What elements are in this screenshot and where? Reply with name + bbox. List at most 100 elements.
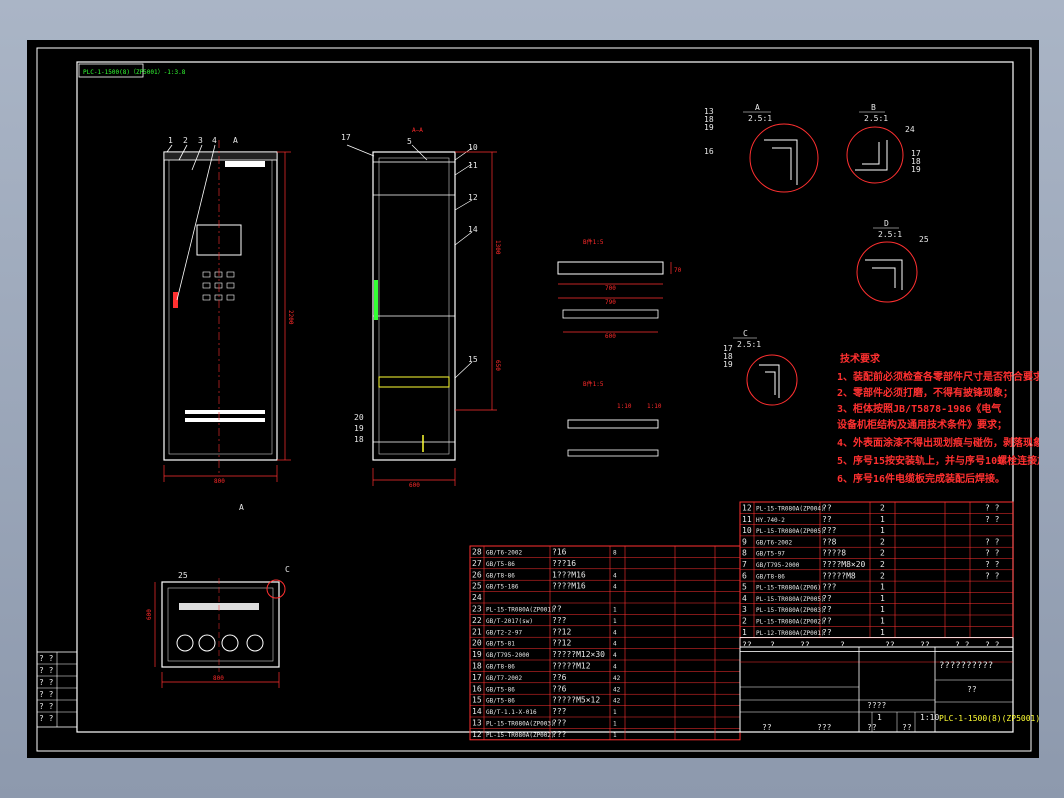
detail-d[interactable]: D 2.5:1 25: [856, 219, 929, 303]
rev-mark: ? ?: [39, 714, 54, 723]
detail-a[interactable]: A 2.5:1 13 18 19 16: [704, 103, 819, 193]
bom-row: 5 PL-15-TR080A(ZP06)??? 1: [742, 583, 885, 592]
bom-code: GB/T8-86: [756, 573, 785, 580]
bom-row: 12 PL-15-TR080A(ZP004)?? 2 ? ?: [742, 504, 1000, 513]
bracket-top-view[interactable]: B件1:5 700 790 600 70: [557, 238, 682, 340]
tb-label: ??: [762, 723, 772, 732]
balloon: 15: [468, 355, 478, 364]
bom-qty: 4: [613, 572, 617, 579]
cad-drawing-canvas[interactable]: PLC-1-1500(8)（ZP5001）-1:3.8 ? ? ? ? ? ? …: [27, 40, 1039, 758]
bom-no: 18: [472, 662, 482, 671]
bom-name: ???: [552, 707, 567, 716]
drawing-title: ??????????: [939, 661, 993, 671]
rev-mark: ? ?: [39, 666, 54, 675]
title-block: ?????????? ?? PLC-1-1500(8)(ZP5001) 1:10…: [739, 646, 1039, 733]
bom-no: 19: [472, 650, 482, 659]
plan-view[interactable]: 25 C 800 600: [146, 565, 290, 688]
bom-row: 16 GB/T5-86 ??6 42: [472, 684, 621, 693]
bom-row: 28 GB/T6-2002 ?16 8: [472, 548, 617, 557]
bom-row: 19 GB/T795-2000 ?????M12×30 4: [472, 650, 617, 659]
bom-code: PL-15-TR080A(ZP005): [756, 528, 825, 535]
bom-no: 2: [742, 617, 747, 626]
bom-mass: ? ?: [985, 560, 1000, 569]
bom-code: GB/T5-186: [486, 584, 519, 591]
balloon: 3: [198, 136, 203, 145]
bom-no: 12: [742, 504, 752, 513]
balloon: 19: [704, 123, 714, 132]
balloon: 2: [183, 136, 188, 145]
bom-name: ???16: [552, 559, 576, 568]
bom-qty: 42: [613, 675, 621, 682]
bom-row: 26 GB/T8-86 1???M16 4: [472, 570, 617, 579]
section-mark: C: [285, 565, 290, 574]
header-tag: PLC-1-1500(8)（ZP5001）-1:3.8: [83, 69, 186, 76]
dim: 600: [146, 609, 153, 620]
bom-row: 6 GB/T8-86 ?????M8 2 ? ?: [742, 571, 1000, 580]
bom-row: 9 GB/T6-2002 ??8 2 ? ?: [742, 537, 1000, 546]
dim: 600: [605, 333, 616, 340]
rev-mark: ? ?: [39, 678, 54, 687]
bom-row: 7 GB/T795-2000 ????M8×20 2 ? ?: [742, 560, 1000, 569]
balloon: 16: [704, 147, 714, 156]
balloon: 5: [407, 137, 412, 146]
detail-c[interactable]: C 2.5:1 17 18 19: [723, 329, 798, 406]
bom-name: ?16: [552, 548, 567, 557]
bom-name: ???: [552, 719, 567, 728]
dim: 800: [213, 675, 224, 682]
bom-row: 11 HY.740-2?? 1 ? ?: [742, 515, 1000, 524]
bom-code: GB/T5-86: [486, 561, 515, 568]
bom-no: 9: [742, 537, 747, 546]
bom-no: 20: [472, 639, 482, 648]
bom-code: GB/T-2017(sw): [486, 618, 533, 625]
note-item: 2、零部件必须打磨，不得有披锋现象；: [837, 386, 1013, 399]
bom-no: 27: [472, 559, 482, 568]
bom-name: ??12: [552, 639, 571, 648]
dim: 2200: [287, 310, 294, 325]
bom-name: ??: [822, 605, 832, 614]
detail-b[interactable]: B 2.5:1 24 17 18 19: [846, 103, 921, 184]
bom-qty: 42: [613, 686, 621, 693]
bom-no: 15: [472, 696, 482, 705]
bom-row: 21 GB/T2-2-97 ??12 4: [472, 627, 617, 636]
bom-no: 26: [472, 570, 482, 579]
bom-qty: 1: [880, 628, 885, 637]
bom-qty: 1: [880, 605, 885, 614]
detail-scale: 2.5:1: [737, 340, 761, 349]
bom-name: ??: [552, 605, 562, 614]
balloon: 19: [911, 165, 921, 174]
tb-label: ??: [902, 723, 912, 732]
bom-name: ??8: [822, 537, 837, 546]
balloon: 25: [178, 571, 188, 580]
bom-name: ??6: [552, 684, 567, 693]
tb-label: ???: [817, 723, 832, 732]
section-view[interactable]: A—A 17 5 10 11 12 14 15 20 19 18 600 130…: [341, 127, 501, 489]
bom-qty: 1: [880, 617, 885, 626]
dim: 1:10: [647, 403, 662, 410]
bom-row: 17 GB/T7-2002 ??6 42: [472, 673, 621, 682]
bom-name: ?????M8: [822, 571, 856, 580]
balloon: 20: [354, 413, 364, 422]
bom-mass: ? ?: [985, 571, 1000, 580]
bom-header: ??: [920, 641, 930, 650]
bom-code: GB/T5-81: [486, 641, 515, 648]
bom-qty: 4: [613, 664, 617, 671]
bracket-low-view[interactable]: B件1:5 1:10 1:10: [567, 380, 662, 457]
bom-row: 15 GB/T5-86 ?????M5×12 42: [472, 696, 621, 705]
bom-no: 17: [472, 673, 482, 682]
bom-no: 14: [472, 707, 482, 716]
bom-qty: 2: [880, 560, 885, 569]
bom-qty: 1: [613, 732, 617, 739]
view-title: B件1:5: [583, 380, 604, 388]
bom-mass: ? ?: [985, 515, 1000, 524]
balloon: 25: [919, 235, 929, 244]
bom-qty: 2: [880, 504, 885, 513]
front-view[interactable]: 1 2 3 4 A 800 2200 A: [163, 136, 294, 512]
bom-name: ??6: [552, 673, 567, 682]
balloon: 1: [168, 136, 173, 145]
section-title: A—A: [412, 127, 423, 134]
bom-row: 23 PL-15-TR080A(ZP001)?? 1: [472, 605, 617, 614]
dim: 700: [605, 285, 616, 292]
bom-code: HY.740-2: [756, 517, 785, 524]
bom-name: ??: [822, 628, 832, 637]
bom-code: GB/T5-86: [486, 686, 515, 693]
